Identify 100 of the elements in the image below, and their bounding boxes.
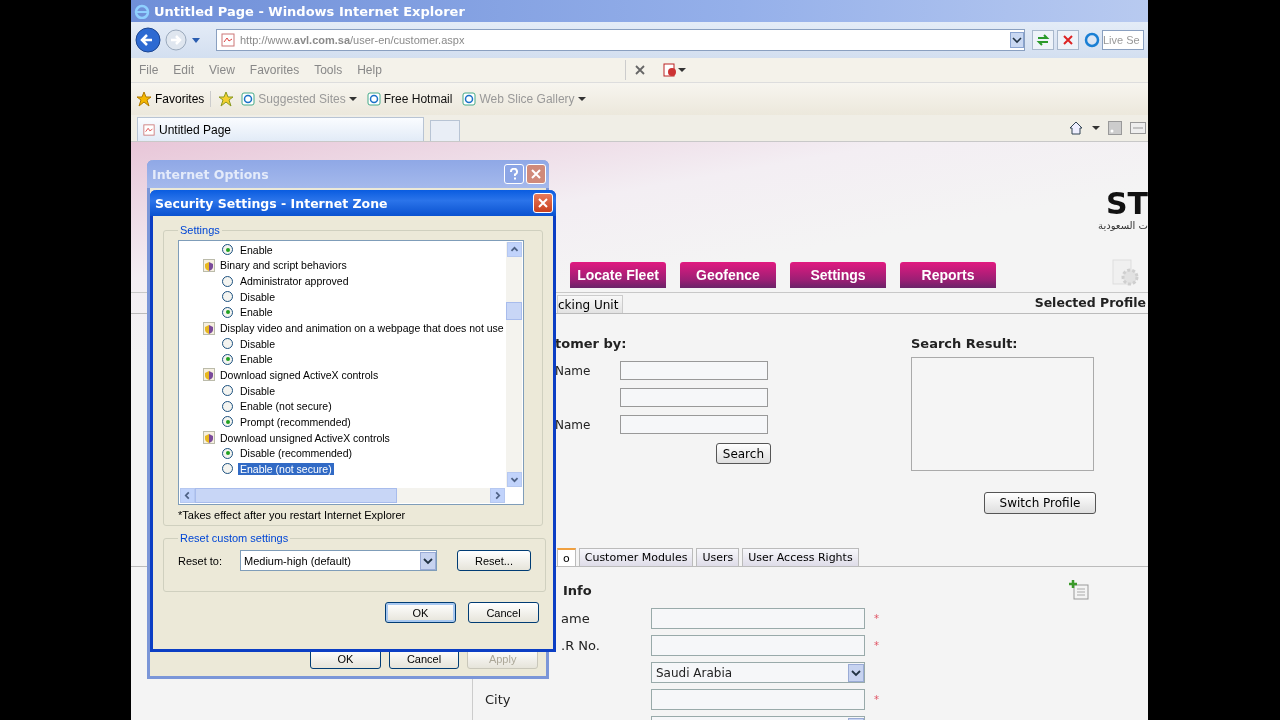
- caret-icon[interactable]: [1092, 125, 1100, 131]
- dialog-button[interactable]: OK: [385, 602, 456, 623]
- toolbar-icon[interactable]: [661, 62, 678, 78]
- close-icon[interactable]: [633, 64, 646, 76]
- browser-logo-icon: [134, 3, 150, 19]
- scrollbar[interactable]: [506, 242, 522, 487]
- option-label[interactable]: Enable: [238, 243, 275, 256]
- caret-icon: [577, 96, 586, 102]
- input-field[interactable]: [651, 689, 865, 710]
- dropdown-icon[interactable]: [1010, 32, 1024, 48]
- question-icon: [509, 168, 519, 180]
- group-label: Reset custom settings: [179, 532, 290, 544]
- search-button[interactable]: Search: [715, 443, 771, 464]
- radio-button[interactable]: [222, 244, 233, 256]
- dropdown[interactable]: Medium-high (default): [240, 550, 437, 571]
- field-label: Name: [555, 417, 591, 432]
- scroll-up-icon[interactable]: [506, 242, 522, 257]
- nav-tab[interactable]: Reports: [900, 262, 996, 288]
- option-label[interactable]: Enable: [238, 306, 275, 319]
- settings-list[interactable]: [178, 240, 524, 505]
- radio-button[interactable]: [222, 291, 233, 303]
- nav-tab[interactable]: Settings: [790, 262, 886, 288]
- scroll-thumb[interactable]: [195, 488, 397, 503]
- page-icon: [221, 33, 235, 47]
- option-label[interactable]: Prompt (recommended): [238, 415, 353, 428]
- input-field[interactable]: [620, 388, 768, 407]
- search-field[interactable]: Live Se: [1102, 30, 1144, 50]
- option-label[interactable]: Enable (not secure): [238, 462, 334, 475]
- reset-button[interactable]: Reset...: [457, 550, 531, 571]
- input-field[interactable]: [620, 361, 768, 380]
- close-icon[interactable]: [1057, 30, 1079, 50]
- setting-label: Binary and script behaviors: [220, 259, 347, 272]
- back-icon[interactable]: [135, 27, 161, 53]
- page-icon: [462, 92, 477, 106]
- caret-icon: [348, 96, 357, 102]
- setting-label: Download signed ActiveX controls: [220, 368, 379, 381]
- sub-tab[interactable]: cking Unit: [557, 295, 624, 313]
- page-icon: [366, 92, 381, 106]
- dialog-title: Internet Options: [152, 166, 270, 182]
- home-icon[interactable]: [1068, 120, 1084, 136]
- required-mark: *: [874, 613, 879, 624]
- field-label: Reset to:: [178, 554, 224, 567]
- caret-icon[interactable]: [191, 36, 201, 44]
- dialog-title: Security Settings - Internet Zone: [155, 195, 389, 211]
- input-field[interactable]: [651, 608, 865, 629]
- scroll-right-icon[interactable]: [490, 488, 505, 503]
- required-mark: *: [874, 694, 879, 705]
- radio-button[interactable]: [222, 353, 233, 365]
- input-field[interactable]: [651, 635, 865, 656]
- refresh-icon[interactable]: [1032, 30, 1054, 50]
- caret-icon[interactable]: [677, 67, 686, 73]
- group-label: Settings: [179, 224, 221, 236]
- radio-button[interactable]: [222, 400, 233, 412]
- search-engine-icon: [1084, 32, 1100, 48]
- required-mark: *: [874, 640, 879, 651]
- nav-tab[interactable]: Locate Fleet: [570, 262, 666, 288]
- tab[interactable]: o: [557, 548, 576, 566]
- setting-icon: [203, 321, 215, 335]
- favorites-link[interactable]: Free Hotmail: [366, 92, 453, 106]
- radio-button[interactable]: [222, 275, 233, 287]
- close-icon: [538, 198, 548, 208]
- switch-profile-button[interactable]: Switch Profile: [984, 492, 1096, 514]
- option-label[interactable]: Disable: [238, 384, 278, 397]
- radio-button[interactable]: [222, 447, 233, 459]
- tab[interactable]: User Access Rights: [742, 548, 859, 566]
- input-field[interactable]: [620, 415, 768, 434]
- nav-tab[interactable]: Geofence: [680, 262, 776, 288]
- close-icon: [531, 169, 541, 179]
- tab[interactable]: Customer Modules: [578, 548, 694, 566]
- radio-button[interactable]: [222, 306, 233, 318]
- logo-tagline: ت السعودية: [1098, 220, 1148, 231]
- scroll-left-icon[interactable]: [180, 488, 195, 503]
- option-label[interactable]: Administrator approved: [238, 275, 351, 288]
- star-icon: [136, 91, 152, 107]
- option-label[interactable]: Disable: [238, 290, 278, 303]
- radio-button[interactable]: [222, 385, 233, 397]
- scrollbar[interactable]: [180, 488, 505, 503]
- tab[interactable]: Users: [696, 548, 740, 566]
- radio-button[interactable]: [222, 463, 233, 475]
- browser-tab[interactable]: Untitled Page: [137, 117, 424, 141]
- scroll-down-icon[interactable]: [506, 472, 522, 487]
- scroll-thumb[interactable]: [506, 302, 522, 320]
- section-heading: tomer by:: [555, 336, 628, 351]
- field-label: City: [485, 692, 511, 707]
- option-label[interactable]: Enable (not secure): [238, 400, 334, 413]
- option-label[interactable]: Disable: [238, 337, 278, 350]
- add-document-icon[interactable]: [1068, 579, 1090, 601]
- address-field[interactable]: http://www.avl.com.sa/user-en/customer.aspx: [216, 29, 1025, 51]
- option-label[interactable]: Disable (recommended): [238, 447, 355, 460]
- dropdown[interactable]: Saudi Arabia: [651, 662, 865, 683]
- footnote: *Takes effect after you restart Internet Explorer: [178, 509, 407, 521]
- setting-label: Download unsigned ActiveX controls: [220, 431, 390, 444]
- close-button[interactable]: [533, 193, 553, 213]
- favorites-button[interactable]: Favorites: [136, 91, 212, 107]
- radio-button[interactable]: [222, 416, 233, 428]
- logo-text: ST: [1105, 190, 1148, 218]
- option-label[interactable]: Enable: [238, 353, 275, 366]
- radio-button[interactable]: [222, 338, 233, 350]
- add-favorite-icon[interactable]: [217, 90, 236, 108]
- dialog-button[interactable]: Cancel: [468, 602, 539, 623]
